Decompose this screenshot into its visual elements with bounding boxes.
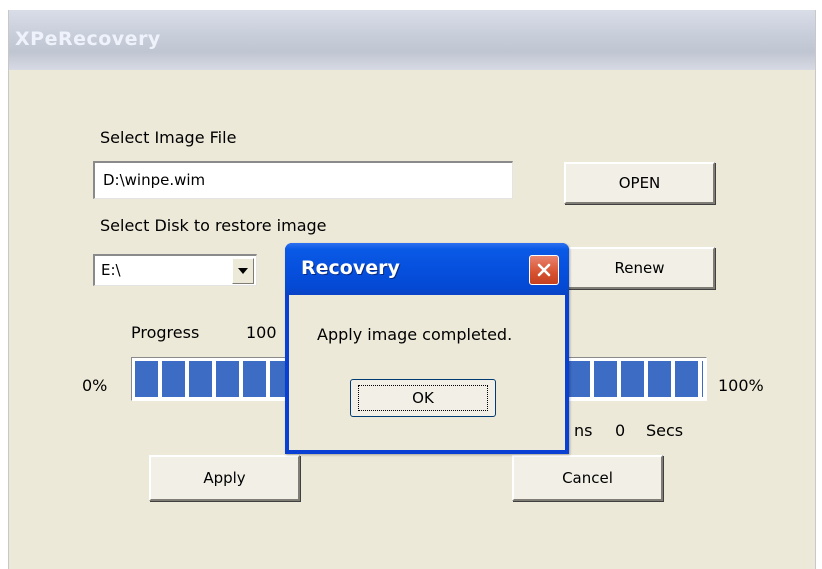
- progress-value: 100: [246, 323, 277, 342]
- image-file-value: D:\winpe.wim: [103, 171, 206, 189]
- cancel-button[interactable]: Cancel: [512, 455, 663, 501]
- chevron-down-icon[interactable]: [232, 258, 254, 284]
- recovery-dialog: Recovery Apply image completed. OK: [285, 243, 569, 454]
- renew-button[interactable]: Renew: [564, 247, 715, 289]
- dialog-message: Apply image completed.: [317, 325, 513, 344]
- open-button[interactable]: OPEN: [564, 162, 715, 204]
- apply-button-label: Apply: [203, 469, 246, 487]
- seconds-label: Secs: [646, 421, 684, 440]
- dialog-body: Apply image completed. OK: [289, 295, 565, 450]
- disk-select[interactable]: E:\: [93, 254, 257, 286]
- ok-button-label: OK: [358, 385, 488, 411]
- apply-button[interactable]: Apply: [149, 455, 300, 501]
- renew-button-label: Renew: [614, 259, 665, 277]
- close-icon[interactable]: [529, 255, 559, 285]
- image-file-label: Select Image File: [100, 128, 237, 147]
- dialog-title: Recovery: [301, 257, 400, 279]
- disk-select-value: E:\: [101, 261, 121, 279]
- disk-label: Select Disk to restore image: [100, 216, 327, 235]
- open-button-label: OPEN: [618, 174, 661, 192]
- dialog-title-bar[interactable]: Recovery: [285, 243, 569, 295]
- title-bar[interactable]: XPeRecovery: [9, 10, 815, 70]
- image-file-input[interactable]: D:\winpe.wim: [93, 161, 513, 199]
- progress-label: Progress: [131, 323, 200, 342]
- time-remaining-unit: ns: [574, 421, 593, 440]
- progress-max-label: 100%: [718, 376, 764, 395]
- ok-button[interactable]: OK: [350, 379, 496, 417]
- seconds-value: 0: [615, 421, 626, 440]
- window-title: XPeRecovery: [15, 28, 161, 50]
- progress-min-label: 0%: [82, 376, 108, 395]
- cancel-button-label: Cancel: [562, 469, 613, 487]
